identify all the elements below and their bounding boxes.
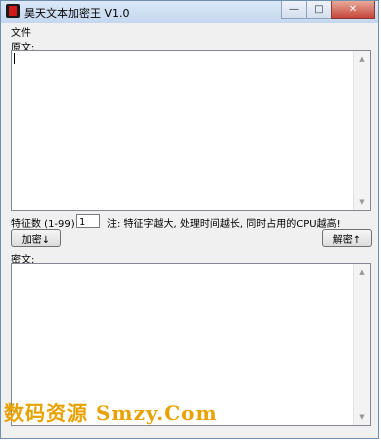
- scroll-up-arrow-icon[interactable]: ▲: [354, 51, 370, 67]
- encrypt-button[interactable]: 加密↓: [11, 229, 61, 247]
- plaintext-textarea[interactable]: ▲ ▼: [11, 50, 371, 211]
- menu-file[interactable]: 文件: [11, 24, 31, 39]
- menu-bar: 文件: [1, 23, 378, 39]
- text-caret: [14, 53, 15, 64]
- feature-count-input[interactable]: [76, 214, 100, 229]
- ciphertext-scrollbar[interactable]: ▲ ▼: [353, 264, 370, 425]
- scroll-up-arrow-icon[interactable]: ▲: [354, 264, 370, 280]
- watermark: 数码资源 Smzy.Com: [4, 401, 218, 425]
- plaintext-scrollbar[interactable]: ▲ ▼: [353, 51, 370, 210]
- scroll-down-arrow-icon[interactable]: ▼: [354, 409, 370, 425]
- feature-count-field[interactable]: [77, 216, 99, 229]
- window-title: 昊天文本加密王 V1.0: [24, 7, 130, 20]
- maximize-button[interactable]: □: [306, 1, 332, 19]
- decrypt-button[interactable]: 解密↑: [322, 229, 372, 247]
- feature-count-label: 特征数 (1-99): [11, 219, 75, 230]
- scroll-down-arrow-icon[interactable]: ▼: [354, 194, 370, 210]
- window-controls: — □ ✕: [281, 1, 375, 19]
- minimize-button[interactable]: —: [281, 1, 307, 19]
- app-window: 昊天文本加密王 V1.0 — □ ✕ 文件 原文: ▲ ▼ 特征数 (1-99)…: [0, 0, 379, 439]
- feature-note: 注: 特征字越大, 处理时间越长, 同时占用的CPU越高!: [107, 219, 341, 230]
- app-icon: [6, 4, 20, 18]
- close-button[interactable]: ✕: [331, 1, 375, 19]
- title-bar[interactable]: 昊天文本加密王 V1.0 — □ ✕: [1, 1, 378, 24]
